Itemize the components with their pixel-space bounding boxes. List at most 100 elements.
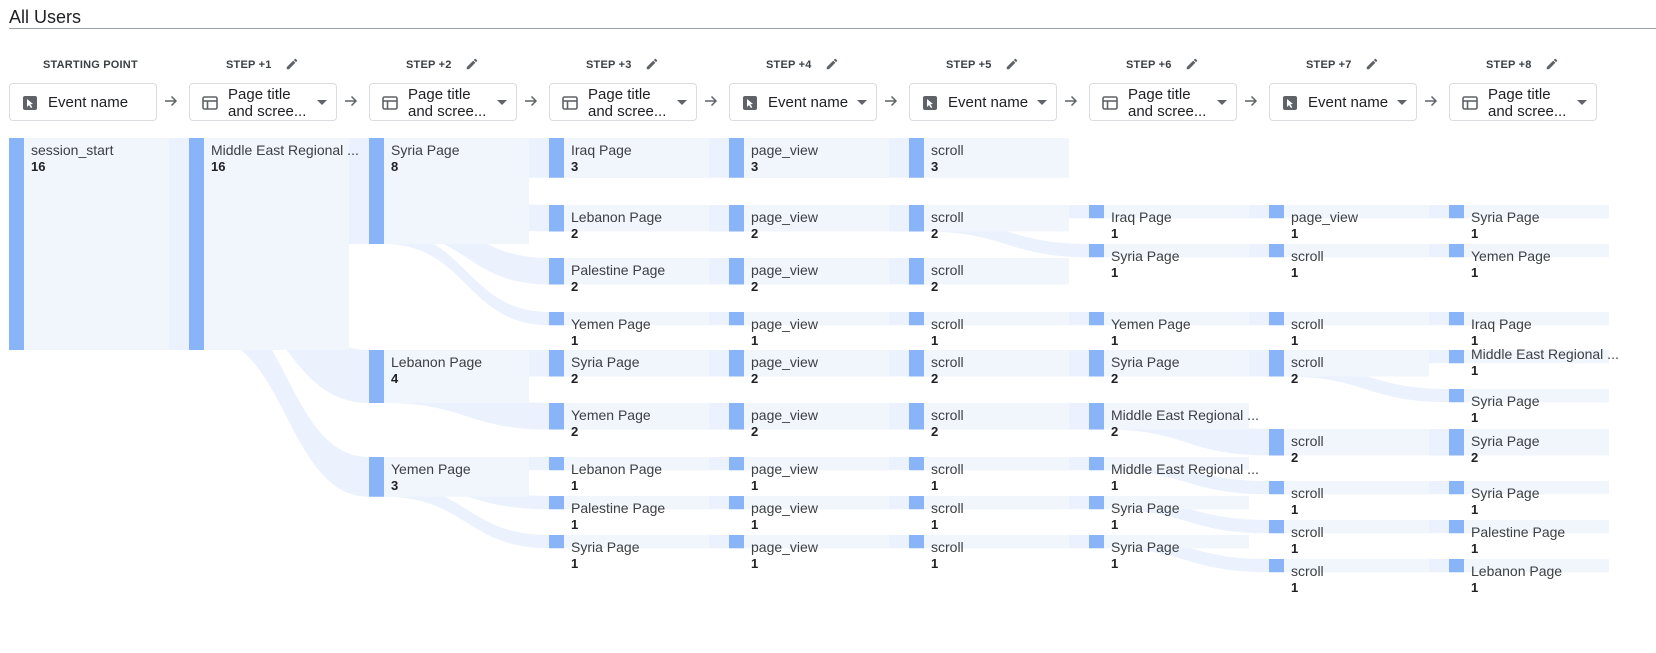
node-bar[interactable] [1449,429,1464,456]
node-bar[interactable] [549,258,564,285]
node-bar[interactable] [1269,429,1284,456]
node-label[interactable]: Syria Page [1111,248,1179,264]
node-label[interactable]: scroll [1291,563,1324,579]
node-label[interactable]: page_view [751,407,818,423]
node-bar[interactable] [549,350,564,377]
node-label[interactable]: Syria Page [1471,485,1539,501]
node-label[interactable]: Iraq Page [1111,209,1172,225]
node-bar[interactable] [909,350,924,377]
node-bar[interactable] [1269,350,1284,377]
node-bar[interactable] [1449,312,1464,326]
node-bar[interactable] [1089,535,1104,549]
node-label[interactable]: Lebanon Page [391,354,482,370]
node-bar[interactable] [729,496,744,510]
node-bar[interactable] [729,258,744,285]
node-label[interactable]: page_view [751,500,818,516]
node-bar[interactable] [1089,403,1104,430]
node-label[interactable]: scroll [1291,485,1324,501]
node-label[interactable]: Lebanon Page [1471,563,1562,579]
node-bar[interactable] [909,403,924,430]
node-bar[interactable] [369,457,384,497]
node-bar[interactable] [189,138,204,350]
node-bar[interactable] [1089,496,1104,510]
node-bar[interactable] [549,496,564,510]
node-bar[interactable] [1089,205,1104,219]
node-label[interactable]: page_view [751,354,818,370]
node-bar[interactable] [1269,481,1284,495]
node-bar[interactable] [1269,559,1284,573]
node-label[interactable]: Syria Page [571,354,639,370]
node-bar[interactable] [1089,350,1104,377]
node-label[interactable]: Yemen Page [571,316,651,332]
node-label[interactable]: Yemen Page [1111,316,1191,332]
node-label[interactable]: Yemen Page [1471,248,1551,264]
node-bar[interactable] [909,258,924,285]
node-label[interactable]: Syria Page [571,539,639,555]
node-bar[interactable] [729,535,744,549]
node-bar[interactable] [1449,520,1464,534]
node-label[interactable]: page_view [751,209,818,225]
node-bar[interactable] [909,457,924,471]
node-label[interactable]: Middle East Regional ... [1111,461,1259,477]
node-label[interactable]: scroll [931,500,964,516]
node-label[interactable]: page_view [751,316,818,332]
node-bar[interactable] [1269,205,1284,219]
node-bar[interactable] [9,138,24,350]
node-label[interactable]: Syria Page [391,142,459,158]
node-bar[interactable] [369,138,384,244]
node-label[interactable]: scroll [1291,433,1324,449]
node-label[interactable]: Palestine Page [571,262,665,278]
node-label[interactable]: Syria Page [1471,433,1539,449]
node-label[interactable]: scroll [931,142,964,158]
node-label[interactable]: scroll [931,354,964,370]
node-label[interactable]: scroll [1291,524,1324,540]
node-bar[interactable] [1269,520,1284,534]
node-bar[interactable] [1449,559,1464,573]
node-bar[interactable] [1449,389,1464,403]
node-label[interactable]: scroll [1291,354,1324,370]
node-label[interactable]: Lebanon Page [571,209,662,225]
node-bar[interactable] [1269,312,1284,326]
node-label[interactable]: Lebanon Page [571,461,662,477]
node-bar[interactable] [1449,244,1464,258]
node-bar[interactable] [909,496,924,510]
node-bar[interactable] [729,138,744,178]
node-bar[interactable] [369,350,384,403]
node-bar[interactable] [729,312,744,326]
node-label[interactable]: Syria Page [1471,393,1539,409]
node-label[interactable]: Syria Page [1471,209,1539,225]
node-bar[interactable] [1449,350,1464,364]
node-label[interactable]: Yemen Page [391,461,471,477]
node-label[interactable]: Iraq Page [571,142,632,158]
node-label[interactable]: Iraq Page [1471,316,1532,332]
node-bar[interactable] [549,403,564,430]
node-label[interactable]: scroll [1291,248,1324,264]
node-label[interactable]: scroll [1291,316,1324,332]
node-bar[interactable] [1089,457,1104,471]
node-bar[interactable] [909,312,924,326]
node-label[interactable]: Syria Page [1111,539,1179,555]
node-label[interactable]: page_view [751,461,818,477]
node-label[interactable]: scroll [931,407,964,423]
node-bar[interactable] [549,535,564,549]
node-bar[interactable] [729,457,744,471]
node-bar[interactable] [549,205,564,232]
node-label[interactable]: scroll [931,461,964,477]
node-label[interactable]: scroll [931,209,964,225]
node-label[interactable]: Yemen Page [571,407,651,423]
node-label[interactable]: page_view [1291,209,1358,225]
node-bar[interactable] [1089,312,1104,326]
node-label[interactable]: page_view [751,262,818,278]
node-label[interactable]: Middle East Regional ... [1471,346,1619,362]
node-bar[interactable] [729,205,744,232]
node-label[interactable]: Palestine Page [1471,524,1565,540]
node-bar[interactable] [909,535,924,549]
node-bar[interactable] [549,457,564,471]
node-label[interactable]: Middle East Regional ... [1111,407,1259,423]
node-label[interactable]: page_view [751,539,818,555]
node-bar[interactable] [549,138,564,178]
node-bar[interactable] [909,138,924,178]
node-label[interactable]: session_start [31,142,113,158]
node-label[interactable]: scroll [931,539,964,555]
node-bar[interactable] [1449,205,1464,219]
